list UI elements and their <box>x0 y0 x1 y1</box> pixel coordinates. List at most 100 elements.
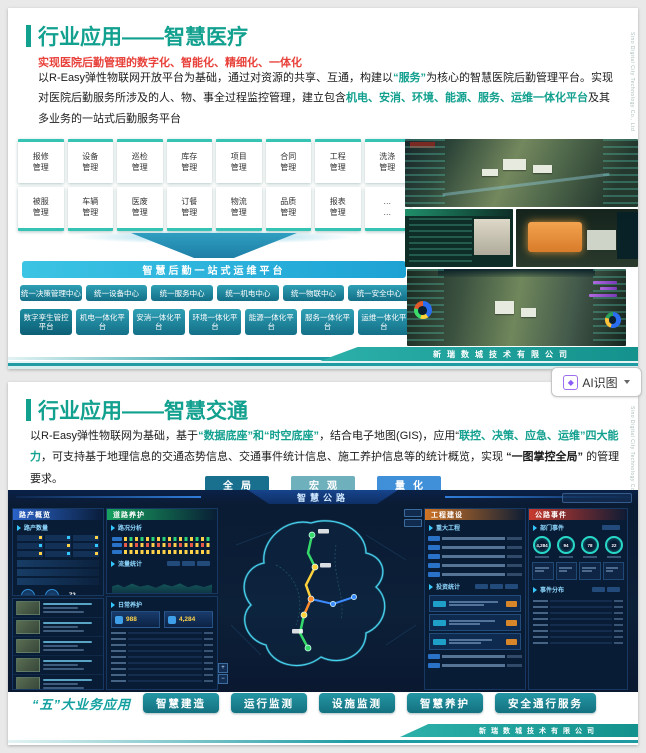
module-label: 报修 <box>32 151 49 161</box>
biz-button-construction: 智慧建造 <box>143 693 220 713</box>
stat-circle-icon <box>21 589 35 595</box>
chevron-down-icon <box>623 380 630 384</box>
module-card-vehicle: 车辆 管理 <box>67 187 113 231</box>
sub-label-text: 投资统计 <box>436 585 461 591</box>
module-label: 管理 <box>280 162 297 172</box>
dashboard-datetime-pill <box>562 493 632 503</box>
body-seg: 以R-Easy弹性物联网为基础，基于 <box>30 430 199 442</box>
platform-mep: 机电一体化平台 <box>76 309 129 335</box>
building <box>494 301 515 314</box>
event-row <box>13 618 103 637</box>
chart-tabs <box>167 561 213 566</box>
white-building <box>586 229 617 250</box>
event-thumbnail <box>16 601 40 615</box>
biz-button-maintenance: 智慧养护 <box>407 693 484 713</box>
module-label: 管理 <box>230 162 247 172</box>
map-layer-buttons <box>404 509 422 527</box>
sub-label-text: 部门事件 <box>540 526 565 532</box>
module-label: 品质 <box>280 196 297 206</box>
module-label: … <box>383 196 392 206</box>
gauge-value: 94 <box>557 536 575 554</box>
project-row <box>425 534 525 543</box>
platforms-row: 数字孪生管控平台 机电一体化平台 安消一体化平台 环境一体化平台 能源一体化平台… <box>20 309 410 335</box>
platform-banner: 智慧后勤一站式运维平台 <box>22 261 406 278</box>
module-label: 管理 <box>379 162 396 172</box>
module-label: 被服 <box>32 196 49 206</box>
platform-digital-twin: 数字孪生管控平台 <box>20 309 73 335</box>
center-service: 统一服务中心 <box>151 285 214 301</box>
slide-smart-traffic: 行业应用——智慧交通 以R-Easy弹性物联网为基础，基于“数据底座”和“时空底… <box>8 382 638 745</box>
slide2-title: 行业应用——智慧交通 <box>38 400 248 423</box>
map-layer-button <box>404 509 422 517</box>
module-label: 管理 <box>181 162 198 172</box>
project-row <box>425 570 525 579</box>
building <box>533 164 552 173</box>
ai-recognize-button[interactable]: AI识图 <box>551 367 642 397</box>
gauge-value: 78 <box>581 536 599 554</box>
asset-info-row <box>17 569 99 576</box>
slide1-title-row: 行业应用——智慧医疗 <box>26 21 248 51</box>
panel-road-assets: 路产概览 路产数量 72 <box>12 508 104 596</box>
module-card-laundry: 洗涤 管理 <box>364 139 410 183</box>
sub-label-text: 事件分布 <box>540 588 565 594</box>
project-row <box>425 652 525 661</box>
investment-card <box>429 633 521 650</box>
screenshot-hospital-campus <box>405 139 638 207</box>
module-label: 管理 <box>329 162 346 172</box>
body-seg-highlight: 机电、安消、环境、能源、服务、运维一体化平台 <box>346 92 588 105</box>
center-iot: 统一物联中心 <box>282 285 345 301</box>
sub-road-condition: 路况分析 <box>107 520 217 534</box>
road-line <box>442 172 610 196</box>
purple-bar <box>588 293 618 297</box>
maintenance-bar-list <box>107 628 217 686</box>
slide1-title: 行业应用——智慧医疗 <box>38 26 248 49</box>
flow-area-chart <box>112 571 212 593</box>
business-label: “五”大业务应用 <box>32 696 132 712</box>
building <box>481 168 499 177</box>
module-card-inventory: 库存 管理 <box>166 139 212 183</box>
daily-stat-cards: 988 4,284 <box>107 611 217 628</box>
module-label: 项目 <box>230 151 247 161</box>
body-seg-bold: “一图掌控全局” <box>506 451 584 464</box>
company-ribbon: 新瑞数城技术有限公司 <box>400 724 638 737</box>
body-seg: ，结合电子地图(GIS)，应用“ <box>319 430 460 442</box>
module-card-linen: 被服 管理 <box>18 187 64 231</box>
module-label: 管理 <box>181 207 198 217</box>
module-card-report: 报表 管理 <box>315 187 361 231</box>
project-row <box>425 561 525 570</box>
project-row <box>425 552 525 561</box>
header-accent-line <box>16 496 201 498</box>
screenshot-dashboard-table <box>405 209 513 267</box>
gauge: 22 <box>605 536 623 558</box>
module-label: 管理 <box>329 207 346 217</box>
asset-info-row <box>17 560 99 567</box>
module-card-medwaste: 医废 管理 <box>117 187 163 231</box>
module-label: 报表 <box>329 196 346 206</box>
module-label: 管理 <box>131 162 148 172</box>
sub-daily-maintenance: 日常养护 <box>107 597 217 611</box>
biz-button-facility: 设施监测 <box>319 693 396 713</box>
project-row <box>425 543 525 552</box>
dashboard-header: 智慧公路 <box>8 490 638 505</box>
module-label: 管理 <box>280 207 297 217</box>
body-seg: 以R-Easy弹性物联网开放平台为基础，通过对资源的共享、互通，构建以 <box>38 72 394 84</box>
module-card-repair: 报修 管理 <box>18 139 64 183</box>
screenshot-header <box>437 269 596 277</box>
event-row <box>13 656 103 675</box>
asset-info-row <box>17 578 99 585</box>
module-label: 管理 <box>131 207 148 217</box>
platform-service: 服务一体化平台 <box>301 309 354 335</box>
module-card-more: …… <box>364 187 410 231</box>
chart-tabs <box>475 584 521 589</box>
title-accent-bar <box>26 399 31 421</box>
ai-button-label: AI识图 <box>582 375 618 390</box>
gauge: 4,284 <box>533 536 551 558</box>
orange-building <box>528 221 582 252</box>
screenshot-orange-building <box>516 209 638 267</box>
module-card-quality: 品质 管理 <box>265 187 311 231</box>
funnel-shape <box>131 233 297 258</box>
event-thumbnail <box>16 639 40 653</box>
module-label: 工程 <box>329 151 346 161</box>
module-label: 管理 <box>32 162 49 172</box>
condition-dot-row <box>112 549 212 554</box>
